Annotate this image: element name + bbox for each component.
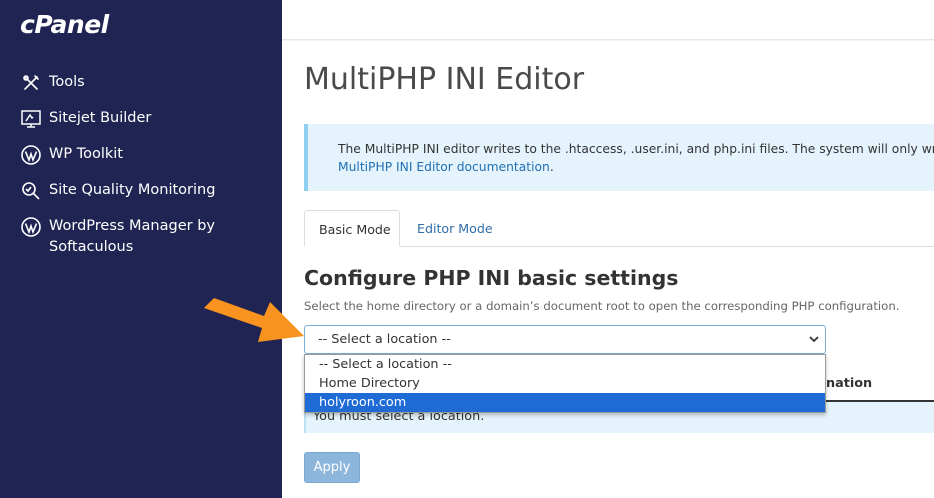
location-select[interactable]: -- Select a location --	[304, 325, 826, 354]
info-callout: The MultiPHP INI editor writes to the .h…	[304, 124, 934, 191]
chevron-down-icon	[809, 336, 819, 343]
dropdown-option-home-directory[interactable]: Home Directory	[305, 374, 825, 393]
sidebar: cPanel Tools Sitejet Builder WP Toolkit …	[0, 0, 282, 498]
documentation-link[interactable]: MultiPHP INI Editor documentation	[338, 160, 550, 174]
sidebar-item-sitejet-builder[interactable]: Sitejet Builder	[20, 108, 151, 130]
sidebar-item-label: Sitejet Builder	[49, 110, 152, 126]
table-header-partial: nation	[826, 376, 873, 391]
cpanel-logo[interactable]: cPanel	[20, 10, 109, 39]
apply-button[interactable]: Apply	[304, 452, 360, 483]
tools-icon	[20, 72, 42, 94]
magnifier-icon	[20, 180, 42, 202]
sidebar-item-label: WP Toolkit	[49, 146, 123, 162]
section-title: Configure PHP INI basic settings	[304, 266, 679, 290]
sidebar-item-label: Site Quality Monitoring	[49, 182, 216, 198]
sidebar-item-wordpress-manager[interactable]: WordPress Manager by Softaculous	[20, 216, 215, 258]
sidebar-item-tools[interactable]: Tools	[20, 72, 85, 94]
arrow-pointer-icon	[204, 298, 304, 342]
wordpress-icon	[20, 144, 42, 166]
sidebar-item-label-line1: WordPress Manager by	[49, 218, 215, 234]
tab-editor-mode[interactable]: Editor Mode	[403, 210, 507, 247]
sidebar-item-label: Tools	[49, 74, 85, 90]
monitor-icon	[20, 108, 42, 130]
tab-basic-mode[interactable]: Basic Mode	[304, 210, 400, 247]
sidebar-item-label-line2: Softaculous	[49, 239, 134, 255]
sidebar-item-wp-toolkit[interactable]: WP Toolkit	[20, 144, 123, 166]
info-text: The MultiPHP INI editor writes to the .h…	[338, 142, 934, 156]
info-suffix: .	[549, 160, 554, 174]
dropdown-option-domain[interactable]: holyroon.com	[305, 393, 825, 412]
location-select-value: -- Select a location --	[318, 332, 451, 347]
location-dropdown-list: -- Select a location -- Home Directory h…	[304, 354, 826, 413]
section-description: Select the home directory or a domain’s …	[304, 299, 900, 313]
sidebar-item-label: WordPress Manager by Softaculous	[49, 216, 215, 258]
page-title: MultiPHP INI Editor	[304, 62, 585, 97]
top-bar	[282, 0, 934, 40]
wordpress-icon	[20, 216, 42, 238]
dropdown-option-select[interactable]: -- Select a location --	[305, 355, 825, 374]
sidebar-item-site-quality-monitoring[interactable]: Site Quality Monitoring	[20, 180, 215, 202]
